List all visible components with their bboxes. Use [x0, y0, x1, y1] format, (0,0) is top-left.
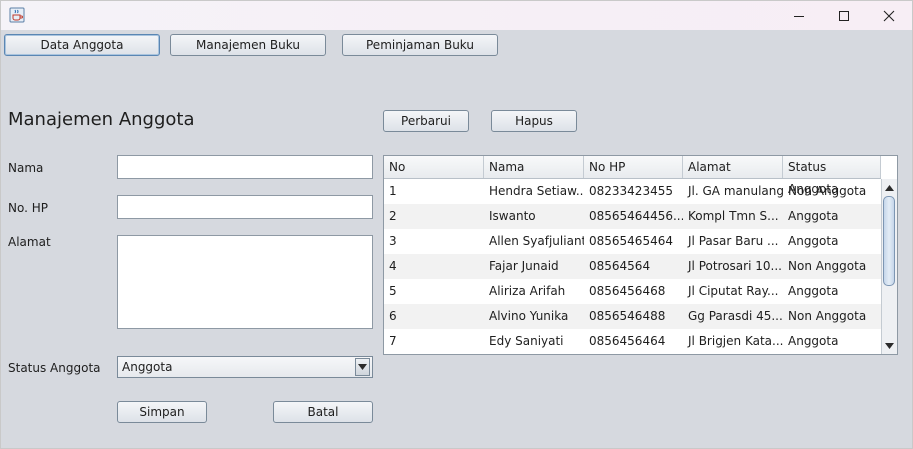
cell-alamat: Gg Parasdi 45...	[688, 309, 783, 323]
table-row[interactable]: 1 Hendra Setiaw... 08233423455 Jl. GA ma…	[384, 179, 881, 204]
cell-nama: Hendra Setiaw...	[489, 184, 584, 198]
cell-status: Anggota	[788, 234, 839, 248]
cell-no: 1	[389, 184, 397, 198]
cell-no-hp: 0856456468	[589, 284, 666, 298]
table-row[interactable]: 7 Edy Saniyati 0856456464 Jl Brigjen Kat…	[384, 329, 881, 354]
table-scrollbar[interactable]	[881, 179, 897, 354]
table-row[interactable]: 5 Aliriza Arifah 0856456468 Jl Ciputat R…	[384, 279, 881, 304]
close-icon	[883, 10, 895, 21]
column-header-status[interactable]: Status Anggota	[783, 156, 881, 196]
simpan-button[interactable]: Simpan	[117, 401, 207, 423]
alamat-textarea[interactable]	[117, 235, 373, 329]
cell-no: 4	[389, 259, 397, 273]
cell-nama: Edy Saniyati	[489, 334, 564, 348]
table-body: 1 Hendra Setiaw... 08233423455 Jl. GA ma…	[384, 179, 881, 354]
status-select-value: Anggota	[122, 360, 173, 374]
table-header: No Nama No HP Alamat Status Anggota	[384, 156, 881, 196]
table-row[interactable]: 6 Alvino Yunika 0856546488 Gg Parasdi 45…	[384, 304, 881, 329]
cell-status: Anggota	[788, 209, 839, 223]
cell-no: 2	[389, 209, 397, 223]
page-title: Manajemen Anggota	[8, 109, 195, 130]
cell-nama: Allen Syafjulianti	[489, 234, 584, 248]
anggota-table: No Nama No HP Alamat Status Anggota 1 He…	[383, 155, 898, 355]
cell-no-hp: 08233423455	[589, 184, 673, 198]
status-label: Status Anggota	[8, 361, 101, 375]
perbarui-button[interactable]: Perbarui	[383, 110, 469, 132]
nama-label: Nama	[8, 161, 44, 175]
minimize-button[interactable]	[776, 1, 822, 30]
cell-status: Non Anggota	[788, 259, 867, 273]
data-anggota-button[interactable]: Data Anggota	[4, 34, 160, 56]
cell-alamat: Jl. GA manulang	[688, 184, 783, 198]
scroll-up-icon[interactable]	[882, 180, 897, 195]
scroll-thumb[interactable]	[883, 196, 895, 286]
cell-no-hp: 0856456464	[589, 334, 666, 348]
cell-no-hp: 0856546488	[589, 309, 666, 323]
table-row[interactable]: 3 Allen Syafjulianti 08565465464 Jl Pasa…	[384, 229, 881, 254]
cell-nama: Aliriza Arifah	[489, 284, 566, 298]
title-bar[interactable]	[1, 1, 912, 30]
cell-status: Non Anggota	[788, 184, 867, 198]
cell-no: 7	[389, 334, 397, 348]
cell-nama: Fajar Junaid	[489, 259, 559, 273]
cell-no: 6	[389, 309, 397, 323]
alamat-label: Alamat	[8, 235, 51, 249]
cell-no: 3	[389, 234, 397, 248]
peminjaman-buku-button[interactable]: Peminjaman Buku	[342, 34, 498, 56]
batal-button[interactable]: Batal	[273, 401, 373, 423]
app-window: Data Anggota Manajemen Buku Peminjaman B…	[0, 0, 913, 449]
hp-input[interactable]	[117, 195, 373, 219]
cell-no-hp: 08565464456...	[589, 209, 683, 223]
table-row[interactable]: 4 Fajar Junaid 08564564 Jl Potrosari 10.…	[384, 254, 881, 279]
cell-alamat: Jl Ciputat Ray...	[688, 284, 779, 298]
table-row[interactable]: 2 Iswanto 08565464456... Kompl Tmn S... …	[384, 204, 881, 229]
close-button[interactable]	[866, 1, 912, 30]
column-header-no-hp[interactable]: No HP	[584, 156, 683, 178]
cell-alamat: Jl Potrosari 10...	[688, 259, 782, 273]
column-header-alamat[interactable]: Alamat	[683, 156, 783, 178]
cell-alamat: Jl Pasar Baru ...	[688, 234, 779, 248]
cell-no: 5	[389, 284, 397, 298]
chevron-down-icon[interactable]	[355, 358, 370, 376]
hapus-button[interactable]: Hapus	[491, 110, 577, 132]
manajemen-buku-button[interactable]: Manajemen Buku	[170, 34, 326, 56]
minimize-icon	[794, 15, 804, 17]
java-cup-icon	[9, 7, 25, 23]
maximize-button[interactable]	[821, 1, 867, 30]
maximize-icon	[839, 10, 849, 21]
status-select[interactable]: Anggota	[117, 356, 373, 378]
hp-label: No. HP	[8, 201, 48, 215]
cell-status: Anggota	[788, 334, 839, 348]
cell-status: Non Anggota	[788, 309, 867, 323]
cell-nama: Alvino Yunika	[489, 309, 569, 323]
main-panel: Data Anggota Manajemen Buku Peminjaman B…	[1, 30, 912, 448]
cell-status: Anggota	[788, 284, 839, 298]
column-header-nama[interactable]: Nama	[484, 156, 584, 178]
cell-alamat: Kompl Tmn S...	[688, 209, 779, 223]
scroll-down-icon[interactable]	[882, 338, 897, 353]
column-header-no[interactable]: No	[384, 156, 484, 178]
cell-no-hp: 08565465464	[589, 234, 673, 248]
nama-input[interactable]	[117, 155, 373, 179]
cell-no-hp: 08564564	[589, 259, 651, 273]
cell-nama: Iswanto	[489, 209, 536, 223]
cell-alamat: Jl Brigjen Kata...	[688, 334, 783, 348]
